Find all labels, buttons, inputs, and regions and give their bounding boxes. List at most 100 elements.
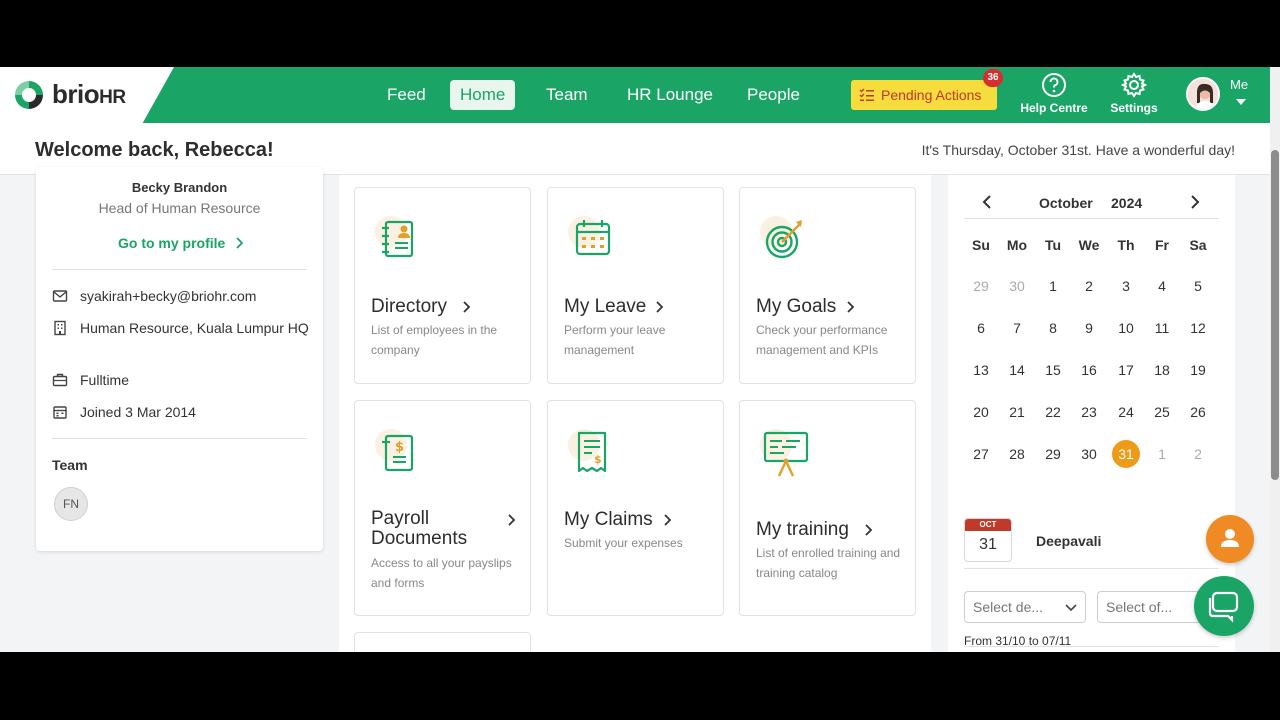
nav-feed[interactable]: Feed	[377, 80, 436, 110]
nav-home[interactable]: Home	[450, 80, 516, 110]
payroll-icon: $	[375, 429, 414, 472]
calendar-day[interactable]: 26	[1180, 398, 1216, 426]
next-month-icon[interactable]	[1187, 195, 1201, 209]
tile-my-claims[interactable]: $ My Claims Submit your expenses	[547, 400, 724, 616]
calendar-day[interactable]: 25	[1144, 398, 1180, 426]
calendar-day[interactable]: 16	[1071, 356, 1107, 384]
briefcase-icon	[52, 373, 68, 387]
tile-my-leave[interactable]: My Leave Perform your leave management	[547, 187, 724, 384]
svg-text:$: $	[594, 453, 602, 466]
calendar-day[interactable]: 12	[1180, 314, 1216, 342]
calendar-day[interactable]: 24	[1108, 398, 1144, 426]
brand-logo[interactable]: brioHR	[0, 67, 174, 123]
app-screen: brioHR Feed Home Team HR Lounge People P…	[0, 67, 1280, 652]
tile-my-claims-title: My Claims	[564, 509, 653, 530]
calendar-day[interactable]: 1	[1144, 440, 1180, 468]
tile-directory[interactable]: Directory List of employees in the compa…	[354, 187, 531, 384]
training-icon	[760, 429, 809, 477]
pending-actions-label: Pending Actions	[881, 87, 982, 103]
calendar-day[interactable]: 29	[963, 272, 999, 300]
calendar-panel: October 2024 Su Mo Tu We Th Fr Sa 29 30 1 2 3 4 5 6 7 8…	[948, 175, 1235, 652]
calendar-day[interactable]: 5	[1180, 272, 1216, 300]
page-scrollbar-thumb[interactable]	[1271, 150, 1279, 480]
calendar-day[interactable]: 9	[1071, 314, 1107, 342]
calendar-day[interactable]: 18	[1144, 356, 1180, 384]
chevron-right-icon	[508, 514, 516, 526]
calendar-day[interactable]: 27	[963, 440, 999, 468]
pending-count-badge: 36	[983, 69, 1003, 87]
tile-directory-title: Directory	[371, 296, 448, 317]
select-department[interactable]: Select de...	[964, 591, 1086, 623]
chat-button[interactable]	[1194, 576, 1254, 636]
weekday-label: We	[1078, 237, 1100, 253]
profile-location-row: Human Resource, Kuala Lumpur HQ	[52, 318, 312, 338]
profile-email-row: syakirah+becky@briohr.com	[52, 286, 312, 306]
calendar-day[interactable]: 3	[1108, 272, 1144, 300]
go-to-profile-link[interactable]: Go to my profile	[118, 235, 225, 251]
tile-my-training[interactable]: My training List of enrolled training an…	[739, 400, 916, 616]
calendar-day[interactable]: 1	[1035, 272, 1071, 300]
calendar-day[interactable]: 21	[999, 398, 1035, 426]
calendar-day-today[interactable]: 31	[1108, 440, 1144, 468]
user-support-button[interactable]	[1206, 515, 1254, 563]
calendar-day[interactable]: 19	[1180, 356, 1216, 384]
calendar-month[interactable]: October	[1039, 195, 1093, 211]
weekday-label: Sa	[1189, 237, 1207, 253]
event-day: 31	[979, 536, 997, 553]
chevron-right-icon	[656, 301, 664, 313]
divider	[964, 218, 1219, 219]
calendar-day[interactable]: 23	[1071, 398, 1107, 426]
calendar-year[interactable]: 2024	[1111, 195, 1142, 211]
user-avatar[interactable]	[1186, 77, 1220, 111]
calendar-day[interactable]: 11	[1144, 314, 1180, 342]
me-caret-icon[interactable]	[1236, 99, 1246, 105]
calendar-day[interactable]: 13	[963, 356, 999, 384]
chevron-down-icon	[1065, 604, 1077, 612]
nav-team[interactable]: Team	[536, 80, 598, 110]
checklist-icon	[859, 88, 874, 101]
team-member-avatar[interactable]: FN	[54, 487, 88, 521]
nav-hr-lounge[interactable]: HR Lounge	[617, 80, 723, 110]
date-range-text: From 31/10 to 07/11	[964, 634, 1072, 648]
tile-my-leave-title: My Leave	[564, 296, 647, 317]
profile-role: Head of Human Resource	[98, 200, 261, 216]
nav-people[interactable]: People	[737, 80, 810, 110]
calendar-day[interactable]: 10	[1108, 314, 1144, 342]
tile-partial[interactable]	[354, 632, 531, 652]
weekday-label: Th	[1117, 237, 1135, 253]
help-centre-button[interactable]: Help Centre	[1014, 72, 1094, 118]
calendar-day[interactable]: 30	[1071, 440, 1107, 468]
calendar-day[interactable]: 8	[1035, 314, 1071, 342]
tile-my-claims-desc: Submit your expenses	[564, 536, 683, 550]
calendar-day[interactable]: 7	[999, 314, 1035, 342]
settings-button[interactable]: Settings	[1094, 72, 1174, 118]
pending-actions-button[interactable]: Pending Actions	[851, 80, 997, 110]
calendar-day[interactable]: 2	[1180, 440, 1216, 468]
calendar-day[interactable]: 15	[1035, 356, 1071, 384]
chevron-right-icon[interactable]	[232, 236, 246, 250]
select-department-placeholder: Select de...	[973, 599, 1044, 615]
event-name: Deepavali	[1036, 533, 1102, 549]
calendar-day[interactable]: 6	[963, 314, 999, 342]
prev-month-icon[interactable]	[981, 195, 995, 209]
calendar-day[interactable]: 28	[999, 440, 1035, 468]
tile-payroll-documents-title: Payroll Documents	[371, 508, 468, 549]
tile-payroll-documents[interactable]: $ Payroll Documents Access to all your p…	[354, 400, 531, 616]
calendar-day[interactable]: 29	[1035, 440, 1071, 468]
weekday-label: Fr	[1155, 237, 1169, 253]
calendar-day[interactable]: 22	[1035, 398, 1071, 426]
building-icon	[54, 320, 66, 336]
me-label[interactable]: Me	[1230, 77, 1248, 92]
calendar-day[interactable]: 30	[999, 272, 1035, 300]
calendar-day[interactable]: 4	[1144, 272, 1180, 300]
tile-my-goals-title: My Goals	[756, 296, 837, 317]
calendar-day[interactable]: 17	[1108, 356, 1144, 384]
mail-icon	[52, 290, 68, 302]
tile-my-goals[interactable]: My Goals Check your performance manageme…	[739, 187, 916, 384]
calendar-day[interactable]: 20	[963, 398, 999, 426]
quick-links-panel: Directory List of employees in the compa…	[339, 175, 931, 652]
divider	[52, 269, 307, 270]
top-navigation-bar: brioHR Feed Home Team HR Lounge People P…	[0, 67, 1270, 123]
calendar-day[interactable]: 2	[1071, 272, 1107, 300]
calendar-day[interactable]: 14	[999, 356, 1035, 384]
